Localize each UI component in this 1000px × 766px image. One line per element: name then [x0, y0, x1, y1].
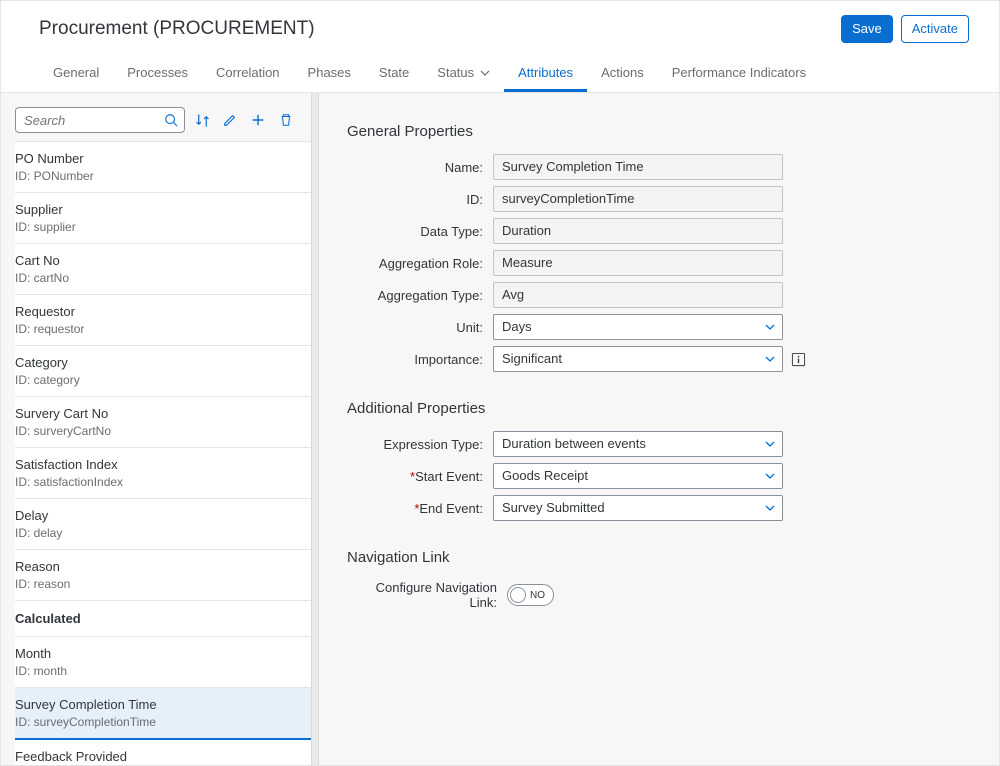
- list-item[interactable]: Month ID: month: [15, 637, 311, 688]
- select-importance[interactable]: Significant: [493, 346, 783, 372]
- label-exprtype: Expression Type:: [347, 437, 493, 452]
- field-id: surveyCompletionTime: [493, 186, 783, 212]
- select-exprtype[interactable]: Duration between events: [493, 431, 783, 457]
- tab-actions[interactable]: Actions: [587, 53, 658, 92]
- list-item[interactable]: Cart No ID: cartNo: [15, 244, 311, 295]
- splitter[interactable]: [311, 93, 319, 765]
- search-icon: [164, 113, 178, 127]
- section-title-nav: Navigation Link: [347, 549, 943, 566]
- list-item-selected[interactable]: Survey Completion Time ID: surveyComplet…: [15, 688, 311, 740]
- activate-button[interactable]: Activate: [901, 15, 969, 43]
- header-actions: Save Activate: [841, 15, 969, 43]
- select-endevent[interactable]: Survey Submitted: [493, 495, 783, 521]
- section-title-additional: Additional Properties: [347, 400, 943, 417]
- field-aggtype: Avg: [493, 282, 783, 308]
- label-confignav: Configure Navigation Link:: [347, 580, 507, 610]
- chevron-down-icon: [480, 68, 490, 78]
- label-endevent: *End Event:: [347, 501, 493, 516]
- label-aggtype: Aggregation Type:: [347, 288, 493, 303]
- tab-status-label: Status: [437, 65, 474, 80]
- list-item[interactable]: Category ID: category: [15, 346, 311, 397]
- save-button[interactable]: Save: [841, 15, 893, 43]
- tab-processes[interactable]: Processes: [113, 53, 202, 92]
- header: Procurement (PROCUREMENT) Save Activate: [1, 1, 999, 53]
- select-startevent[interactable]: Goods Receipt: [493, 463, 783, 489]
- toggle-knob: [510, 587, 526, 603]
- label-datatype: Data Type:: [347, 224, 493, 239]
- field-name: Survey Completion Time: [493, 154, 783, 180]
- label-startevent: *Start Event:: [347, 469, 493, 484]
- label-aggrole: Aggregation Role:: [347, 256, 493, 271]
- label-importance: Importance:: [347, 352, 493, 367]
- list-item[interactable]: Requestor ID: requestor: [15, 295, 311, 346]
- tab-status[interactable]: Status: [423, 53, 504, 92]
- search-input[interactable]: [15, 107, 185, 133]
- tab-correlation[interactable]: Correlation: [202, 53, 294, 92]
- tab-state[interactable]: State: [365, 53, 423, 92]
- tab-performance[interactable]: Performance Indicators: [658, 53, 820, 92]
- label-unit: Unit:: [347, 320, 493, 335]
- list-item[interactable]: Delay ID: delay: [15, 499, 311, 550]
- list-item[interactable]: Reason ID: reason: [15, 550, 311, 601]
- label-name: Name:: [347, 160, 493, 175]
- page-title: Procurement (PROCUREMENT): [39, 18, 315, 40]
- list-item[interactable]: Feedback Provided ID: feedbackProvided: [15, 740, 311, 765]
- tabs: General Processes Correlation Phases Sta…: [1, 53, 999, 93]
- edit-button[interactable]: [219, 109, 241, 131]
- tab-attributes[interactable]: Attributes: [504, 53, 587, 92]
- list-item[interactable]: Survery Cart No ID: surveryCartNo: [15, 397, 311, 448]
- toggle-navlink[interactable]: NO: [507, 584, 554, 606]
- section-title-general: General Properties: [347, 123, 943, 140]
- list-section-calculated: Calculated: [15, 601, 311, 637]
- toggle-label: NO: [530, 590, 545, 601]
- list-item[interactable]: Satisfaction Index ID: satisfactionIndex: [15, 448, 311, 499]
- sort-button[interactable]: [191, 109, 213, 131]
- delete-button[interactable]: [275, 109, 297, 131]
- sidebar-toolbar: [15, 107, 311, 133]
- sidebar: PO Number ID: PONumber Supplier ID: supp…: [1, 93, 311, 765]
- label-id: ID:: [347, 192, 493, 207]
- list-item[interactable]: Supplier ID: supplier: [15, 193, 311, 244]
- info-icon[interactable]: [791, 352, 806, 367]
- field-datatype: Duration: [493, 218, 783, 244]
- select-unit[interactable]: Days: [493, 314, 783, 340]
- tab-phases[interactable]: Phases: [294, 53, 365, 92]
- tab-general[interactable]: General: [39, 53, 113, 92]
- list-item[interactable]: PO Number ID: PONumber: [15, 142, 311, 193]
- detail-panel: General Properties Name: Survey Completi…: [319, 93, 999, 765]
- field-aggrole: Measure: [493, 250, 783, 276]
- add-button[interactable]: [247, 109, 269, 131]
- attribute-list[interactable]: PO Number ID: PONumber Supplier ID: supp…: [15, 141, 311, 765]
